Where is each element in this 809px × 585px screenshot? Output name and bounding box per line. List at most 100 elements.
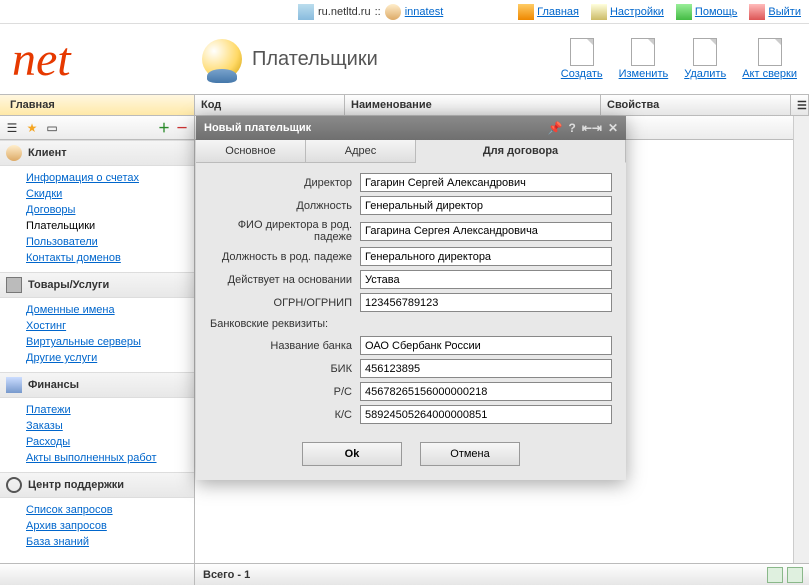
exit-icon bbox=[749, 4, 765, 20]
help-icon[interactable]: ? bbox=[568, 121, 575, 135]
sidebar-item[interactable]: Хостинг bbox=[26, 318, 194, 334]
collapse-icon[interactable]: ⇤⇥ bbox=[582, 121, 602, 135]
settings-link[interactable]: Настройки bbox=[610, 6, 664, 18]
tab-address[interactable]: Адрес bbox=[306, 140, 416, 162]
tab-main[interactable]: Основное bbox=[196, 140, 306, 162]
dialog-body: Директор Должность ФИО директора в род. … bbox=[196, 163, 626, 434]
sidebar: ☰ ★ ▭ ＋ － Клиент Информация о счетахСкидк… bbox=[0, 116, 195, 563]
help-link[interactable]: Помощь bbox=[695, 6, 738, 18]
sidebar-item[interactable]: Пользователи bbox=[26, 234, 194, 250]
input-director-gen[interactable] bbox=[360, 222, 612, 241]
sidebar-items: Список запросовАрхив запросовБаза знаний bbox=[0, 498, 194, 556]
col-menu[interactable]: ☰ bbox=[791, 95, 809, 115]
nav-exit[interactable]: Выйти bbox=[749, 4, 801, 20]
col-main-label: Главная bbox=[10, 99, 55, 111]
sidebar-item[interactable]: Список запросов bbox=[26, 502, 194, 518]
col-props[interactable]: Свойства bbox=[601, 95, 791, 115]
tool-list-icon[interactable]: ☰ bbox=[4, 120, 20, 136]
input-ks[interactable] bbox=[360, 405, 612, 424]
sidebar-item[interactable]: Заказы bbox=[26, 418, 194, 434]
group-icon bbox=[6, 145, 22, 161]
scrollbar[interactable] bbox=[793, 116, 809, 563]
nav-settings[interactable]: Настройки bbox=[591, 4, 664, 20]
export-xls-icon[interactable] bbox=[767, 567, 783, 583]
col-code[interactable]: Код bbox=[195, 95, 345, 115]
sidebar-items: Доменные именаХостингВиртуальные серверы… bbox=[0, 298, 194, 372]
group-title: Клиент bbox=[28, 147, 67, 159]
dialog-buttons: Ok Отмена bbox=[196, 434, 626, 480]
close-icon[interactable]: ✕ bbox=[608, 121, 618, 135]
label-rs: Р/С bbox=[210, 386, 360, 398]
group-title: Товары/Услуги bbox=[28, 279, 109, 291]
sidebar-group-header[interactable]: Товары/Услуги bbox=[0, 272, 194, 298]
create-button[interactable]: Создать bbox=[561, 38, 603, 80]
export-icon[interactable] bbox=[787, 567, 803, 583]
sidebar-item[interactable]: Архив запросов bbox=[26, 518, 194, 534]
input-director[interactable] bbox=[360, 173, 612, 192]
nav-home[interactable]: Главная bbox=[518, 4, 579, 20]
input-position[interactable] bbox=[360, 196, 612, 215]
group-title: Финансы bbox=[28, 379, 79, 391]
edit-icon bbox=[631, 38, 655, 66]
col-name[interactable]: Наименование bbox=[345, 95, 601, 115]
group-title: Центр поддержки bbox=[28, 479, 124, 491]
sidebar-group-header[interactable]: Клиент bbox=[0, 140, 194, 166]
sidebar-item[interactable]: Договоры bbox=[26, 202, 194, 218]
edit-button[interactable]: Изменить bbox=[619, 38, 669, 80]
label-ogrn: ОГРН/ОГРНИП bbox=[210, 297, 360, 309]
delete-button[interactable]: Удалить bbox=[684, 38, 726, 80]
label-bank-name: Название банка bbox=[210, 340, 360, 352]
act-label: Акт сверки bbox=[742, 68, 797, 80]
sidebar-item[interactable]: Другие услуги bbox=[26, 350, 194, 366]
bank-section-label: Банковские реквизиты: bbox=[210, 318, 612, 330]
sidebar-item[interactable]: Плательщики bbox=[26, 218, 194, 234]
topbar: ru.netltd.ru :: innatest Главная Настрой… bbox=[0, 0, 809, 24]
input-rs[interactable] bbox=[360, 382, 612, 401]
nav-help[interactable]: Помощь bbox=[676, 4, 738, 20]
create-icon bbox=[570, 38, 594, 66]
input-bank-name[interactable] bbox=[360, 336, 612, 355]
page-title: Плательщики bbox=[252, 48, 378, 71]
cancel-button[interactable]: Отмена bbox=[420, 442, 520, 466]
exit-link[interactable]: Выйти bbox=[768, 6, 801, 18]
sidebar-group-header[interactable]: Финансы bbox=[0, 372, 194, 398]
sidebar-item[interactable]: Информация о счетах bbox=[26, 170, 194, 186]
header: net Плательщики Создать Изменить Удалить… bbox=[0, 24, 809, 94]
delete-icon bbox=[693, 38, 717, 66]
sidebar-item[interactable]: Платежи bbox=[26, 402, 194, 418]
ok-button[interactable]: Ok bbox=[302, 442, 402, 466]
tab-contract[interactable]: Для договора bbox=[416, 140, 626, 163]
label-position: Должность bbox=[210, 200, 360, 212]
input-position-gen[interactable] bbox=[360, 247, 612, 266]
tool-doc-icon[interactable]: ▭ bbox=[44, 120, 60, 136]
sidebar-item[interactable]: Контакты доменов bbox=[26, 250, 194, 266]
sidebar-item[interactable]: Расходы bbox=[26, 434, 194, 450]
sidebar-item[interactable]: Скидки bbox=[26, 186, 194, 202]
sidebar-tools: ☰ ★ ▭ ＋ － bbox=[0, 116, 194, 140]
act-icon bbox=[758, 38, 782, 66]
sep: :: bbox=[375, 6, 381, 18]
act-button[interactable]: Акт сверки bbox=[742, 38, 797, 80]
sidebar-group-header[interactable]: Центр поддержки bbox=[0, 472, 194, 498]
expand-icon[interactable]: ＋ bbox=[156, 120, 172, 136]
user-link[interactable]: innatest bbox=[405, 6, 444, 18]
input-ogrn[interactable] bbox=[360, 293, 612, 312]
star-icon[interactable]: ★ bbox=[24, 120, 40, 136]
create-label: Создать bbox=[561, 68, 603, 80]
delete-label: Удалить bbox=[684, 68, 726, 80]
input-basis[interactable] bbox=[360, 270, 612, 289]
dialog-title-bar[interactable]: Новый плательщик 📌 ? ⇤⇥ ✕ bbox=[196, 116, 626, 140]
input-bik[interactable] bbox=[360, 359, 612, 378]
sidebar-item[interactable]: Виртуальные серверы bbox=[26, 334, 194, 350]
pin-icon[interactable]: 📌 bbox=[548, 121, 563, 135]
sidebar-item[interactable]: База знаний bbox=[26, 534, 194, 550]
home-link[interactable]: Главная bbox=[537, 6, 579, 18]
sidebar-item[interactable]: Акты выполненных работ bbox=[26, 450, 194, 466]
collapse-icon[interactable]: － bbox=[174, 120, 190, 136]
col-main[interactable]: Главная bbox=[0, 95, 195, 115]
label-director: Директор bbox=[210, 177, 360, 189]
toolbar-actions: Создать Изменить Удалить Акт сверки bbox=[561, 38, 797, 80]
help-icon bbox=[676, 4, 692, 20]
breadcrumb: ru.netltd.ru :: innatest bbox=[298, 4, 443, 20]
sidebar-item[interactable]: Доменные имена bbox=[26, 302, 194, 318]
